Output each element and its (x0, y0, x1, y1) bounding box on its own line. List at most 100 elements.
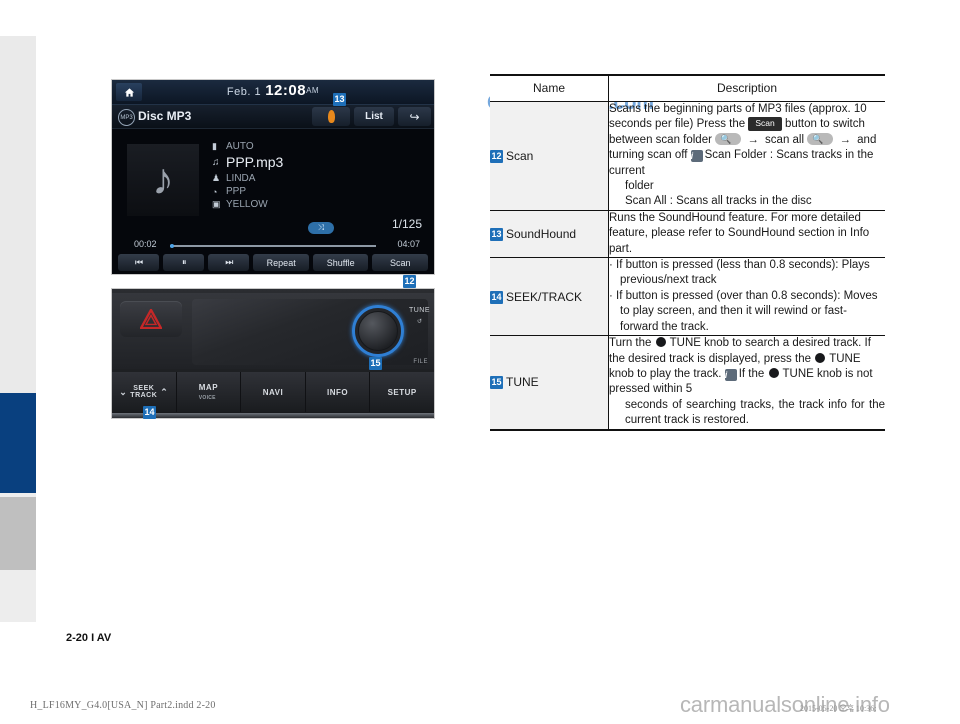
scan-arrow-1: → (747, 133, 759, 146)
info-button[interactable]: INFO (305, 372, 371, 412)
info-icon: i (690, 150, 703, 163)
clock-date: Feb. 1 (226, 86, 262, 98)
column-header-description: Description (608, 74, 885, 102)
setup-button[interactable]: SETUP (370, 372, 434, 412)
row-desc-cell-scan: Scans the beginning parts of MP3 files (… (608, 101, 885, 211)
row-label-tune: TUNE (506, 375, 539, 390)
tune-knob-icon-2 (815, 352, 826, 363)
tune-rotate-icon: ↺ (416, 319, 422, 325)
scan-folder-icon: 🔍 (715, 132, 742, 145)
row-badge-15: 15 (490, 376, 503, 390)
callout-badge-12: 12 (403, 275, 416, 288)
scan-press-prefix: Press the (696, 118, 746, 131)
track-metadata: ▮ AUTO ♫ PPP.mp3 ♟ LINDA ◔ PPP ▣ YELLOW (212, 141, 283, 212)
seek-track-content: ⌄ SEEK TRACK ⌃ (119, 385, 168, 400)
row-badge-13: 13 (490, 227, 503, 241)
scan-folder-note-cont: folder (625, 180, 654, 193)
soundhound-button[interactable] (312, 107, 350, 126)
callout-badge-15: 15 (369, 357, 382, 370)
source-label: Disc MP3 (138, 109, 192, 123)
back-arrow-icon[interactable]: ↪ (398, 107, 431, 126)
hazard-button[interactable] (120, 301, 182, 337)
table-body: 12 Scan Scans the beginning parts of MP3 … (490, 101, 885, 431)
scan-button[interactable]: Scan (372, 254, 429, 271)
scan-folder-glyph: 🔍 (720, 133, 732, 144)
previous-track-button[interactable]: ⏮ (118, 254, 160, 271)
progress-knob[interactable] (170, 244, 174, 248)
progress-bar[interactable] (170, 244, 376, 248)
row-badge-14: 14 (490, 290, 503, 304)
row-name-cell-seek-track: 14 SEEK/TRACK (490, 257, 609, 337)
head-unit-screenshot: Feb. 1 12:08AM MP3 Disc MP3 List ↪ ♪ ▮ A… (111, 79, 435, 275)
navi-button[interactable]: NAVI (241, 372, 306, 412)
head-unit-status-bar: Feb. 1 12:08AM (112, 80, 434, 105)
row-label-soundhound: SoundHound (506, 226, 577, 241)
column-header-name: Name (490, 74, 609, 102)
repeat-button[interactable]: Repeat (253, 254, 309, 271)
tune-knob[interactable] (352, 305, 404, 357)
chevron-down-icon[interactable]: ⌄ (119, 387, 127, 398)
elapsed-time: 00:02 (134, 239, 157, 249)
tune-text-2a: If the (738, 367, 765, 380)
meta-artist: ♟ LINDA (212, 173, 283, 184)
folder-icon: ▮ (212, 141, 217, 151)
track-label: TRACK (130, 392, 158, 399)
row-name-cell-soundhound: 13 SoundHound (490, 210, 609, 259)
meta-genre-value: YELLOW (226, 199, 268, 210)
shuffle-button[interactable]: Shuffle (312, 254, 369, 271)
album-art: ♪ (127, 144, 199, 216)
seek-track-labels: SEEK TRACK (130, 385, 157, 400)
clock-ampm: AM (306, 86, 320, 95)
meta-title: ♫ PPP.mp3 (212, 154, 283, 170)
soundhound-icon (327, 110, 335, 123)
note-icon: ♫ (212, 156, 220, 168)
scan-arrow-2: → (839, 133, 851, 146)
voice-label: VOICE (198, 395, 216, 401)
map-button-labels: MAP VOICE (199, 383, 218, 401)
mp3-disc-icon: MP3 (118, 109, 135, 126)
shuffle-indicator-icon: ⤨ (308, 222, 334, 234)
sidebar-band-light-top (0, 36, 36, 393)
table-row-seek-track: 14 SEEK/TRACK · If button is pressed (les… (490, 257, 885, 337)
row-label-scan: Scan (506, 148, 534, 163)
console-panel-photo: TUNE ↺ FILE ⌄ SEEK TRACK ⌃ MAP VOICE NAV… (111, 288, 435, 419)
next-track-button[interactable]: ⏭ (208, 254, 250, 271)
head-unit-player-body: ♪ ▮ AUTO ♫ PPP.mp3 ♟ LINDA ◔ PPP ▣ YELLO… (112, 129, 434, 274)
total-time: 04:07 (397, 239, 420, 249)
meta-folder-value: AUTO (226, 141, 254, 152)
seek-bullet-2: · If button is pressed (over than 0.8 se… (609, 289, 878, 333)
album-icon: ◔ (212, 186, 218, 197)
tune-label: TUNE (408, 307, 430, 314)
pause-button[interactable]: ⏸ (163, 254, 205, 271)
map-button[interactable]: MAP VOICE (176, 372, 242, 412)
meta-album: ◔ PPP (212, 186, 283, 197)
scan-all-icon: 🔍 (807, 132, 834, 145)
clock-display: Feb. 1 12:08AM (112, 82, 434, 99)
meta-title-value: PPP.mp3 (226, 154, 284, 170)
meta-genre: ▣ YELLOW (212, 199, 283, 210)
table-row-scan: 12 Scan Scans the beginning parts of MP3 … (490, 101, 885, 211)
meta-artist-value: LINDA (226, 173, 256, 184)
sidebar-band-gray (0, 497, 36, 570)
tune-knob-dial[interactable] (358, 311, 398, 351)
seek-bullet-1-text: If button is pressed (less than 0.8 seco… (616, 259, 870, 287)
hazard-triangle-icon (140, 309, 162, 329)
chevron-up-icon[interactable]: ⌃ (160, 387, 168, 398)
row-name-cell-tune: 15 TUNE (490, 335, 609, 431)
seek-bullet-1: · If button is pressed (less than 0.8 se… (609, 259, 870, 287)
console-button-row: ⌄ SEEK TRACK ⌃ MAP VOICE NAVI INFO SETUP (112, 372, 434, 412)
table-row-tune: 15 TUNE Turn the TUNE knob to search a de… (490, 335, 885, 431)
file-label: FILE (413, 359, 428, 365)
console-upper-section: TUNE ↺ FILE (112, 293, 434, 369)
tune-knob-icon-1 (655, 337, 666, 348)
row-name-cell-scan: 12 Scan (490, 101, 609, 211)
genre-icon: ▣ (212, 199, 221, 209)
table-row-soundhound: 13 SoundHound Runs the SoundHound feature… (490, 210, 885, 259)
track-number: 1/125 (391, 217, 422, 231)
callout-badge-13: 13 (333, 93, 346, 106)
console-chrome-strip (112, 413, 434, 418)
meta-folder: ▮ AUTO (212, 141, 283, 152)
print-timestamp: 2015-05-20 오후 10:36: (800, 704, 877, 713)
soundhound-desc-line1: Runs the SoundHound feature. (609, 211, 768, 224)
list-button[interactable]: List (354, 107, 394, 126)
